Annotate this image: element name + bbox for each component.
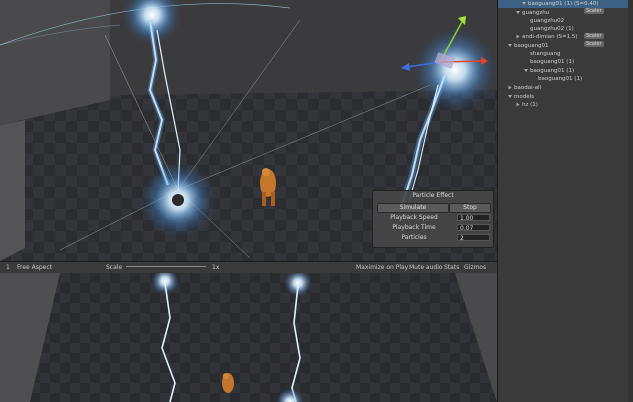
hierarchy-item[interactable]: baoguang01 (1) xyxy=(524,67,574,75)
hierarchy-item[interactable]: guangzhu02 xyxy=(530,17,564,25)
scene-view[interactable]: Particle Effect Simulate Stop Playback S… xyxy=(0,0,497,261)
expand-arrow-icon[interactable] xyxy=(516,11,520,14)
expand-arrow-icon[interactable] xyxy=(524,69,528,72)
hierarchy-scrollbar[interactable] xyxy=(628,0,633,402)
hierarchy-item[interactable]: shanguang xyxy=(530,50,561,58)
scale-label: Scale xyxy=(106,264,123,271)
expand-arrow-icon[interactable] xyxy=(508,95,512,98)
collapsed-arrow-icon[interactable] xyxy=(516,102,520,107)
hierarchy-panel: baoguang01 (1) (S=0.40) guangzhu Scaler … xyxy=(497,0,633,402)
stop-button[interactable]: Stop xyxy=(449,203,491,213)
hierarchy-item[interactable]: guangzhu02 (1) xyxy=(530,25,574,33)
scale-value: 1x xyxy=(212,264,220,271)
particles-label: Particles xyxy=(401,234,427,241)
playback-speed-field[interactable]: 1.00 xyxy=(457,214,490,222)
hierarchy-item[interactable]: hz (1) xyxy=(516,101,538,109)
stats-toggle[interactable]: Stats xyxy=(444,263,459,272)
hierarchy-item[interactable]: baoguang01 (1) xyxy=(538,75,582,83)
maximize-on-play-toggle[interactable]: Maximize on Play xyxy=(356,263,408,272)
scale-slider[interactable] xyxy=(126,266,206,267)
hierarchy-item[interactable]: baoguang01 (1) (S=0.40) xyxy=(498,0,628,8)
expand-arrow-icon[interactable] xyxy=(522,2,526,5)
aspect-dropdown[interactable]: Free Aspect xyxy=(17,263,52,272)
scaler-tag: Scaler xyxy=(584,8,604,14)
game-character-model xyxy=(222,373,234,393)
simulate-button[interactable]: Simulate xyxy=(377,203,449,213)
hierarchy-item[interactable]: andi-dimian (S=1.5) xyxy=(516,33,578,41)
scaler-tag: Scaler xyxy=(584,41,604,47)
mute-audio-toggle[interactable]: Mute audio xyxy=(409,263,443,272)
game-render xyxy=(0,273,497,402)
scaler-tag: Scaler xyxy=(584,33,604,39)
hierarchy-item[interactable]: guangzhu xyxy=(516,9,549,17)
hierarchy-item[interactable]: models xyxy=(508,93,534,101)
collapsed-arrow-icon[interactable] xyxy=(516,34,520,39)
left-wall-edge xyxy=(0,120,25,261)
playback-time-label: Playback Time xyxy=(392,224,436,231)
playback-speed-label: Playback Speed xyxy=(390,214,438,221)
game-view[interactable] xyxy=(0,273,497,402)
collapsed-arrow-icon[interactable] xyxy=(508,85,512,90)
playback-time-field[interactable]: 0.07 xyxy=(457,224,490,232)
hierarchy-item[interactable]: baoguang01 xyxy=(508,42,549,50)
expand-arrow-icon[interactable] xyxy=(508,44,512,47)
particles-field: 2 xyxy=(457,234,490,242)
particle-effect-panel: Particle Effect Simulate Stop Playback S… xyxy=(372,190,494,248)
hierarchy-item[interactable]: baodai-all xyxy=(508,84,541,92)
gizmos-dropdown[interactable]: Gizmos xyxy=(464,263,486,272)
display-dropdown[interactable]: 1 xyxy=(6,263,10,272)
panel-title: Particle Effect xyxy=(412,192,454,199)
hierarchy-item[interactable]: baoguang01 (1) xyxy=(530,58,574,66)
